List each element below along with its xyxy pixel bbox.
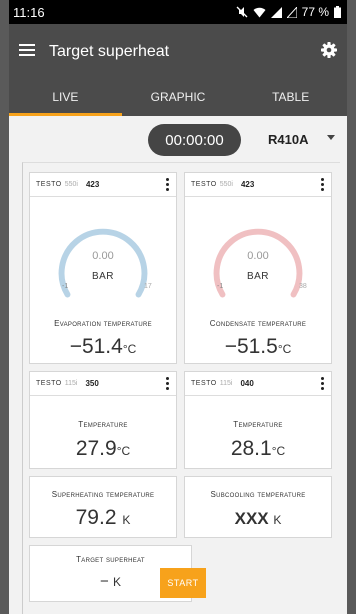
superheating-number: 79.2 xyxy=(75,506,117,529)
gauge-max: 38 xyxy=(299,283,307,290)
status-time: 11:16 xyxy=(13,4,45,20)
subcooling-number: XXX xyxy=(234,509,269,528)
probe-serial: 350 xyxy=(85,379,99,388)
temperature-unit: °C xyxy=(116,444,131,458)
wifi-icon xyxy=(253,7,266,18)
status-bar: 11:16 77 % xyxy=(9,0,347,24)
pressure-unit: BAR xyxy=(246,271,270,282)
gauge-max: 17 xyxy=(144,283,152,290)
card-header: TESTO 550i 423 xyxy=(185,173,331,197)
card-header: TESTO 115i 040 xyxy=(185,372,331,396)
evaporation-number: −51.4 xyxy=(69,335,123,358)
gauge-min: -1 xyxy=(217,283,224,290)
temperature-label: Temperature xyxy=(78,420,128,429)
subcooling-card[interactable]: Subcooling temperature XXX K xyxy=(184,476,332,538)
target-superheat-label: Target superheat xyxy=(76,555,145,564)
pressure-value: 0.00 xyxy=(92,250,114,262)
more-options-icon[interactable] xyxy=(166,377,169,390)
evaporation-label: Evaporation temperature xyxy=(54,319,152,328)
start-button[interactable]: START xyxy=(160,568,206,598)
superheating-value: 79.2 K xyxy=(30,506,176,530)
dropdown-caret-icon[interactable] xyxy=(327,135,335,140)
evaporation-value: −51.4°C xyxy=(30,335,176,359)
temperature-label: Temperature xyxy=(233,420,283,429)
card-header: TESTO 115i 350 xyxy=(30,372,176,396)
pressure-unit: BAR xyxy=(91,271,115,282)
condensate-card[interactable]: TESTO 550i 423 0.00 BAR -1 38 Condensate… xyxy=(184,172,332,364)
superheating-unit: K xyxy=(122,513,131,527)
probe-model: 550i xyxy=(219,181,233,188)
view-tabs: LIVE GRAPHIC TABLE xyxy=(9,80,347,116)
tab-live[interactable]: LIVE xyxy=(9,80,122,116)
temperature-card-2[interactable]: TESTO 115i 040 Temperature 28.1°C xyxy=(184,371,332,469)
subcooling-value: XXX K xyxy=(185,509,331,529)
superheating-card[interactable]: Superheating temperature 79.2 K xyxy=(29,476,177,538)
evaporation-unit: °C xyxy=(122,342,137,356)
timer-row: 00:00:00 R410A xyxy=(9,116,347,162)
no-sim-icon xyxy=(286,6,297,18)
settings-gear-icon[interactable] xyxy=(321,41,337,63)
superheating-label: Superheating temperature xyxy=(51,490,155,499)
temperature-number: 27.9 xyxy=(75,437,117,460)
signal-icon xyxy=(270,6,282,18)
subcooling-unit: K xyxy=(273,513,282,527)
probe-serial: 423 xyxy=(240,180,255,189)
status-icons: 77 % xyxy=(236,5,341,19)
battery-icon xyxy=(334,6,341,18)
probe-model: 115i xyxy=(219,380,233,387)
probe-brand: TESTO xyxy=(191,181,217,188)
condensate-unit: °C xyxy=(277,342,292,356)
more-options-icon[interactable] xyxy=(321,377,324,390)
probe-brand: TESTO xyxy=(36,181,62,188)
pressure-value: 0.00 xyxy=(247,250,269,262)
mute-icon xyxy=(236,6,248,18)
battery-percent: 77 % xyxy=(301,5,329,19)
tab-graphic[interactable]: GRAPHIC xyxy=(122,80,235,116)
more-options-icon[interactable] xyxy=(166,178,169,191)
tab-table[interactable]: TABLE xyxy=(234,80,347,116)
probe-brand: TESTO xyxy=(36,380,62,387)
probe-serial: 423 xyxy=(85,180,100,189)
app-screen: 11:16 77 % Target superheat LIVE GRAPHIC… xyxy=(9,0,347,614)
probe-brand: TESTO xyxy=(191,380,217,387)
more-options-icon[interactable] xyxy=(321,178,324,191)
condensate-label: Condensate temperature xyxy=(209,319,307,328)
probe-model: 550i xyxy=(64,181,78,188)
evaporation-card[interactable]: TESTO 550i 423 0.00 BAR -1 17 Evaporatio… xyxy=(29,172,177,364)
probe-model: 115i xyxy=(64,380,78,387)
condensate-value: −51.5°C xyxy=(185,335,331,359)
target-superheat-number: − xyxy=(100,573,109,590)
target-superheat-unit: K xyxy=(112,575,121,589)
card-header: TESTO 550i 423 xyxy=(30,173,176,197)
measurement-timer: 00:00:00 xyxy=(148,124,241,156)
temperature-value: 28.1°C xyxy=(185,437,331,461)
refrigerant-select[interactable]: R410A xyxy=(268,132,308,147)
temperature-value: 27.9°C xyxy=(30,437,176,461)
temperature-number: 28.1 xyxy=(230,437,272,460)
temperature-card-1[interactable]: TESTO 115i 350 Temperature 27.9°C xyxy=(29,371,177,469)
subcooling-label: Subcooling temperature xyxy=(210,490,306,499)
condensate-number: −51.5 xyxy=(224,335,278,358)
menu-icon[interactable] xyxy=(19,43,35,61)
page-title: Target superheat xyxy=(49,43,170,60)
gauge-min: -1 xyxy=(62,283,69,290)
app-bar: Target superheat xyxy=(9,24,347,80)
temperature-unit: °C xyxy=(271,444,286,458)
probe-serial: 040 xyxy=(240,379,254,388)
